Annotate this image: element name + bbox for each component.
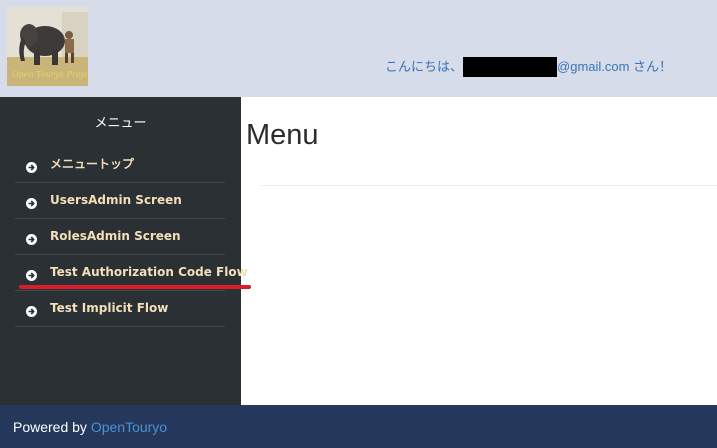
- page-title: Menu: [246, 119, 319, 151]
- sidebar-item-label: RolesAdmin Screen: [50, 229, 181, 243]
- elephant-logo-image[interactable]: Open Touryo Project: [7, 7, 88, 86]
- sidebar-item-label: Test Implicit Flow: [50, 301, 169, 315]
- greeting-suffix: @gmail.com さん！: [557, 59, 673, 74]
- header-bar: Open Touryo Project こんにちは、 @gmail.com さん！: [0, 0, 717, 97]
- greeting-text: こんにちは、 @gmail.com さん！: [385, 57, 672, 77]
- red-highlight-underline: [19, 285, 251, 289]
- opentouryo-link[interactable]: OpenTouryo: [91, 419, 167, 435]
- footer-bar: Powered by OpenTouryo: [0, 405, 717, 448]
- sidebar-title: メニュー: [94, 116, 147, 131]
- powered-by-label: Powered by: [13, 419, 87, 435]
- greeting-prefix: こんにちは、: [385, 59, 464, 74]
- sidebar-item-test-implicit-flow[interactable]: Test Implicit Flow: [15, 290, 225, 327]
- sidebar-item-roles-admin[interactable]: RolesAdmin Screen: [15, 218, 225, 255]
- footer-text: Powered by OpenTouryo: [13, 419, 167, 435]
- arrow-circle-right-icon: [26, 230, 37, 245]
- sidebar-item-menu-top[interactable]: メニュートップ: [15, 146, 225, 183]
- arrow-circle-right-icon: [26, 266, 37, 281]
- svg-text:Open Touryo Project: Open Touryo Project: [12, 70, 88, 79]
- arrow-circle-right-icon: [26, 194, 37, 209]
- redacted-email-box: [463, 57, 558, 77]
- title-divider: [261, 185, 717, 186]
- sidebar-item-label: メニュートップ: [50, 157, 135, 171]
- arrow-circle-right-icon: [26, 158, 37, 173]
- sidebar-item-label: UsersAdmin Screen: [50, 193, 182, 207]
- sidebar-item-users-admin[interactable]: UsersAdmin Screen: [15, 182, 225, 219]
- sidebar-menu: メニュー メニュートップ UsersAdmin Screen RolesAdmi…: [0, 97, 248, 405]
- arrow-circle-right-icon: [26, 302, 37, 317]
